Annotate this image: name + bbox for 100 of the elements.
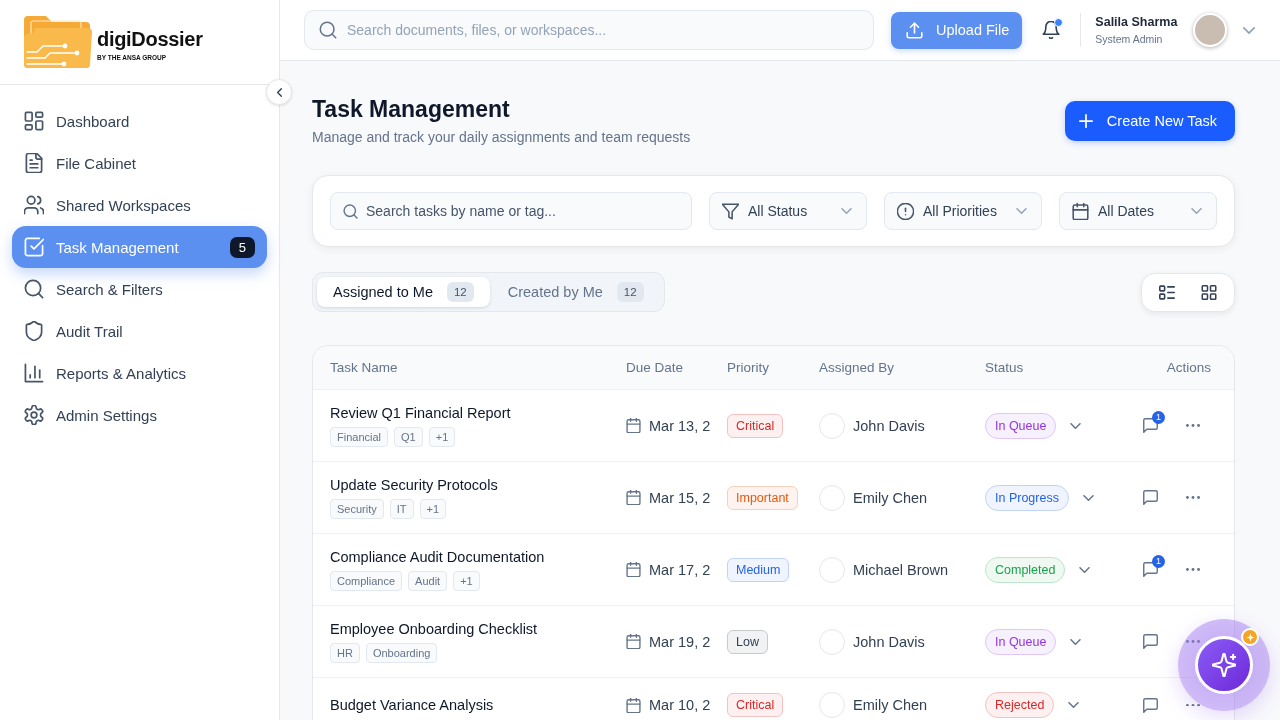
- more-icon[interactable]: [1186, 424, 1200, 427]
- more-icon[interactable]: [1186, 496, 1200, 499]
- chevron-down-icon[interactable]: [1068, 702, 1080, 708]
- nav-item[interactable]: File Cabinet: [12, 142, 267, 184]
- create-task-button[interactable]: Create New Task: [1064, 100, 1235, 141]
- bell-icon[interactable]: [1042, 21, 1061, 39]
- tab[interactable]: Assigned to Me 12: [317, 277, 490, 307]
- tag: Onboarding: [365, 643, 438, 663]
- nav-item[interactable]: Search & Filters: [12, 268, 267, 310]
- due-date: Mar 10, 2: [649, 697, 711, 713]
- column-header: Status: [985, 360, 1024, 375]
- column-header: Due Date: [626, 360, 684, 375]
- bar-chart-icon: [24, 363, 44, 383]
- page-title: Task Management: [312, 95, 511, 123]
- calendar-icon: [626, 418, 641, 433]
- avatar-icon: [819, 412, 845, 439]
- tab[interactable]: Created by Me 12: [491, 277, 660, 307]
- due-date: Mar 19, 2: [649, 633, 711, 650]
- task-name[interactable]: Employee Onboarding Checklist: [330, 620, 538, 638]
- column-header: Priority: [727, 360, 769, 375]
- collapse-button[interactable]: [266, 79, 292, 105]
- column-header: Task Name: [330, 360, 398, 375]
- priority-badge: Important: [727, 485, 798, 510]
- assignee-name: Emily Chen: [853, 489, 928, 506]
- assignee-name: Emily Chen: [853, 697, 928, 713]
- column-header: Assigned By: [819, 360, 895, 375]
- task-name[interactable]: Compliance Audit Documentation: [330, 548, 545, 566]
- comment-count: 1: [1152, 555, 1165, 568]
- status-badge[interactable]: In Queue: [985, 412, 1057, 439]
- shield-icon: [24, 321, 44, 341]
- brand-name: digiDossier: [97, 28, 203, 50]
- list-view-icon[interactable]: [1159, 284, 1175, 300]
- search-icon: [343, 203, 358, 219]
- due-date: Mar 13, 2: [649, 417, 711, 434]
- comment-icon[interactable]: [1143, 418, 1158, 433]
- chevron-down-icon[interactable]: [1079, 566, 1091, 573]
- grid-icon: [24, 111, 44, 131]
- filter-icon: [722, 202, 739, 220]
- user-name: Salila Sharma: [1095, 15, 1178, 29]
- tab-count: 12: [446, 282, 474, 302]
- comment-icon[interactable]: [1143, 490, 1158, 505]
- calendar-icon: [626, 490, 641, 505]
- chevron-down-icon[interactable]: [1082, 494, 1094, 501]
- user-role: System Admin: [1095, 33, 1164, 45]
- status-badge[interactable]: Rejected: [985, 692, 1055, 718]
- priority-badge: Medium: [727, 557, 790, 582]
- assignee-name: John Davis: [853, 633, 925, 650]
- comment-icon[interactable]: [1143, 562, 1158, 577]
- nav-item[interactable]: Task Management 5: [12, 226, 267, 268]
- status-badge[interactable]: In Queue: [985, 628, 1057, 655]
- sparkle-badge-icon: [1241, 628, 1259, 646]
- page-subtitle: Manage and track your daily assignments and team requests: [312, 128, 691, 146]
- more-icon[interactable]: [1186, 703, 1200, 707]
- search-icon: [24, 279, 44, 299]
- tag: Q1: [394, 427, 423, 447]
- column-header: Actions: [1166, 360, 1212, 375]
- chevron-down-icon[interactable]: [1070, 638, 1082, 645]
- grid-view-icon[interactable]: [1201, 284, 1217, 300]
- chevron-down-icon[interactable]: [1070, 422, 1082, 429]
- due-date: Mar 17, 2: [649, 561, 711, 578]
- tag: +1: [428, 427, 456, 447]
- filter-dropdown[interactable]: All Priorities: [884, 192, 1042, 230]
- calendar-icon: [626, 697, 641, 713]
- nav-item[interactable]: Audit Trail: [12, 310, 267, 352]
- settings-icon: [24, 405, 44, 425]
- more-icon[interactable]: [1186, 568, 1200, 571]
- task-name[interactable]: Update Security Protocols: [330, 476, 498, 494]
- nav-item[interactable]: Shared Workspaces: [12, 184, 267, 226]
- tag: Audit: [408, 571, 448, 591]
- due-date: Mar 15, 2: [649, 489, 711, 506]
- folder-logo-icon: [24, 16, 92, 68]
- tag: HR: [330, 643, 360, 663]
- chevron-down-icon: [1191, 208, 1202, 214]
- search-icon: [319, 21, 337, 39]
- status-badge[interactable]: In Progress: [985, 484, 1069, 511]
- upload-icon: [906, 21, 923, 39]
- chevron-down-icon: [1016, 208, 1027, 214]
- nav-item[interactable]: Reports & Analytics: [12, 352, 267, 394]
- nav-item[interactable]: Admin Settings: [12, 394, 267, 436]
- priority-badge: Critical: [727, 693, 784, 717]
- avatar-icon: [819, 556, 845, 583]
- document-icon: [24, 153, 44, 173]
- task-name[interactable]: Budget Variance Analysis: [330, 696, 494, 714]
- calendar-icon: [1072, 202, 1089, 220]
- chevron-down-icon[interactable]: [1243, 26, 1256, 34]
- task-search-field[interactable]: Search tasks by name or tag...: [330, 192, 692, 230]
- nav-item[interactable]: Dashboard: [12, 100, 267, 142]
- search-field[interactable]: Search documents, files, or workspaces...: [304, 10, 874, 50]
- comment-icon[interactable]: [1143, 697, 1158, 713]
- priority-badge: Low: [727, 629, 768, 654]
- task-name[interactable]: Review Q1 Financial Report: [330, 404, 511, 422]
- checkbox-icon: [24, 237, 44, 257]
- chevron-down-icon: [841, 208, 852, 214]
- plus-icon: [1078, 113, 1093, 128]
- avatar-icon: [819, 484, 845, 511]
- calendar-icon: [626, 562, 641, 577]
- filter-dropdown[interactable]: All Status: [709, 192, 867, 230]
- calendar-icon: [626, 634, 641, 649]
- comment-icon[interactable]: [1143, 634, 1158, 649]
- filter-dropdown[interactable]: All Dates: [1059, 192, 1217, 230]
